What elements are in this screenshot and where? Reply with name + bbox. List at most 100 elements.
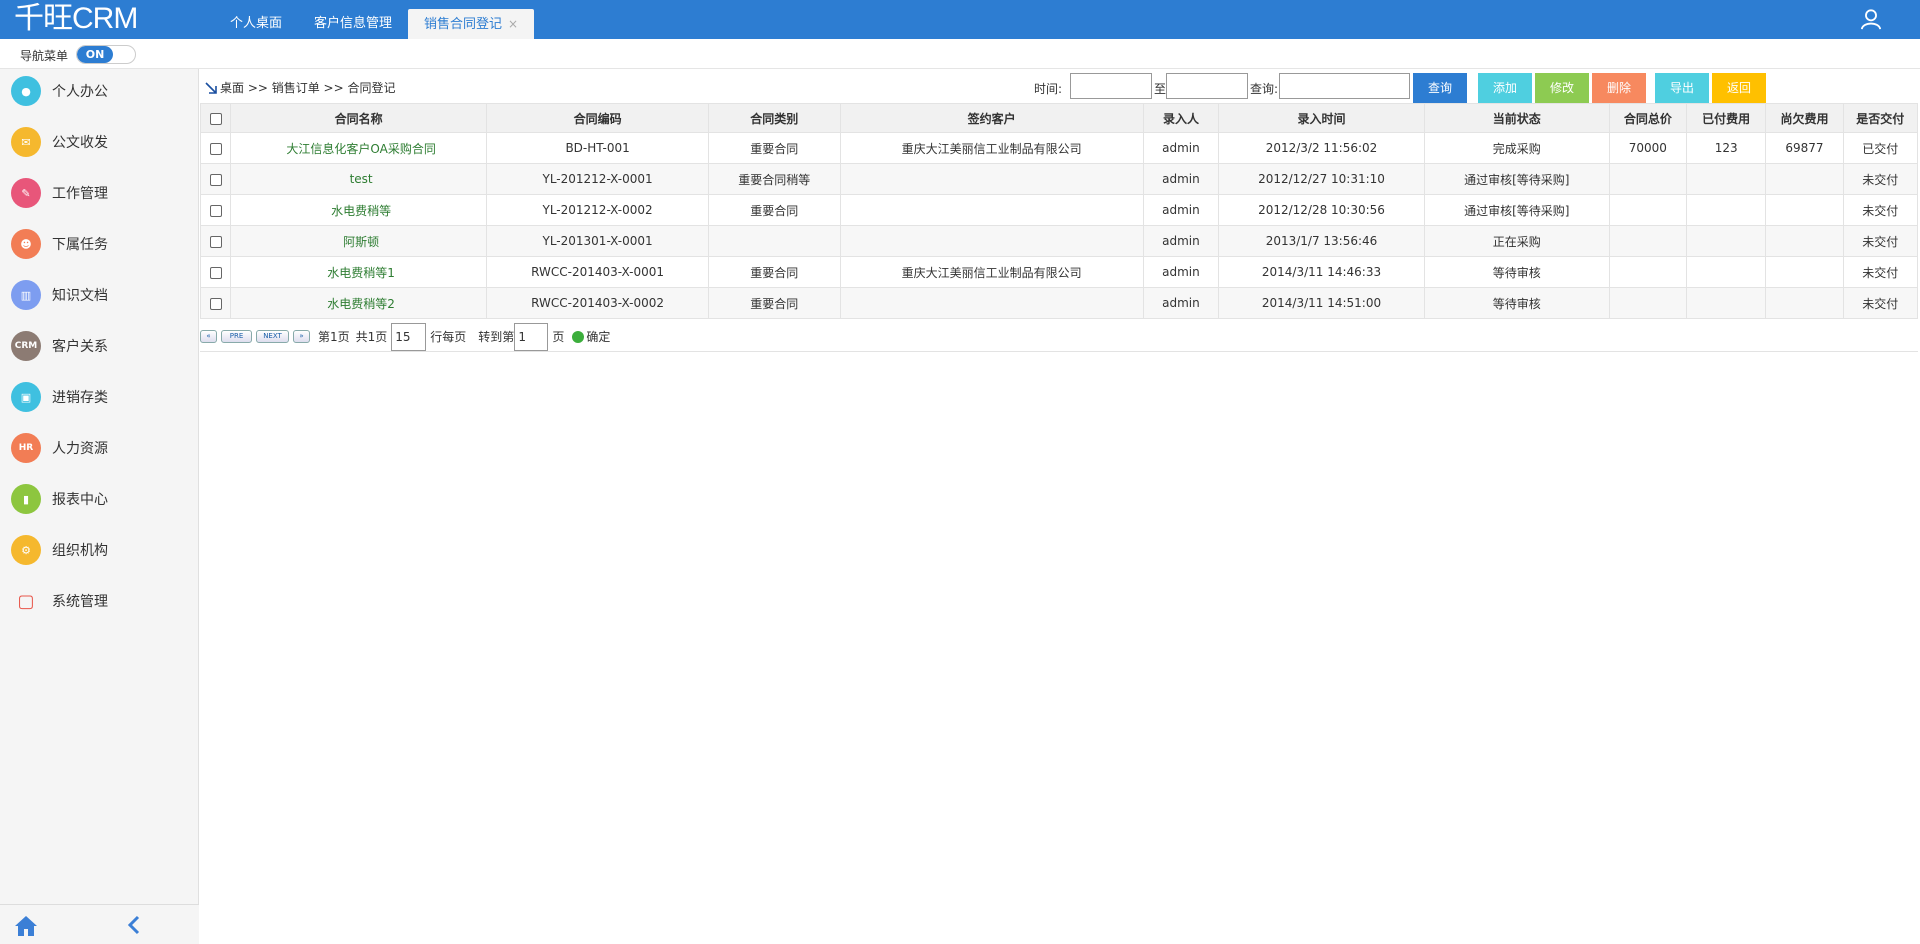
breadcrumb: 桌面 >> 销售订单 >> 合同登记: [204, 79, 395, 96]
row-select-cell: [199, 256, 232, 288]
nav-toggle-on: ON: [77, 46, 113, 63]
table-cell: [1765, 194, 1844, 226]
home-icon[interactable]: [14, 915, 38, 937]
table-cell: 重庆大江美丽信工业制品有限公司: [839, 256, 1144, 288]
table-cell: 正在采购: [1423, 225, 1610, 257]
table-cell: [839, 287, 1144, 319]
sidebar-item[interactable]: ⚙ 组织机构: [0, 530, 199, 570]
document-icon: ✉: [11, 127, 41, 157]
select-all-checkbox[interactable]: [209, 112, 222, 125]
table-row[interactable]: 水电费稍等1 RWCC-201403-X-0001 重要合同 重庆大江美丽信工业制品有…: [199, 256, 1919, 288]
table-row[interactable]: test YL-201212-X-0001 重要合同稍等 admin 2012/12/2…: [199, 163, 1919, 195]
row-checkbox[interactable]: [209, 142, 222, 155]
table-cell: admin: [1142, 163, 1220, 195]
table-cell: [839, 225, 1144, 257]
column-header: 签约客户: [839, 103, 1144, 133]
nav-menu-label: 导航菜单: [20, 49, 69, 63]
back-button[interactable]: 返回: [1712, 73, 1766, 103]
sidebar-item-label: 报表中心: [52, 492, 108, 508]
sidebar-item[interactable]: ▢ 系统管理: [0, 581, 199, 621]
goto-page-input[interactable]: 1: [514, 322, 549, 351]
table-cell: 通过审核[等待采购]: [1423, 194, 1610, 226]
table-cell: admin: [1142, 225, 1220, 257]
table-cell: [1685, 194, 1767, 226]
table-cell: [839, 194, 1144, 226]
sidebar-footer: [0, 904, 199, 944]
close-icon[interactable]: ×: [508, 17, 518, 31]
table-cell: YL-201212-X-0001: [486, 163, 710, 195]
sidebar-item-label: 下属任务: [52, 237, 108, 253]
pager: « PRE NEXT » 第1页 共1页 15 行每页 转到第 1 页 确定: [200, 322, 1918, 352]
nav-toggle[interactable]: ON: [76, 45, 136, 64]
prev-page-button[interactable]: PRE: [221, 330, 252, 343]
nav-toggle-row: 导航菜单 ON: [0, 39, 1920, 69]
table-cell: 69877: [1765, 132, 1844, 164]
table-cell: 等待审核: [1423, 256, 1610, 288]
first-page-button[interactable]: «: [200, 330, 217, 343]
edit-button[interactable]: 修改: [1535, 73, 1589, 103]
table-row[interactable]: 阿斯顿 YL-201301-X-0001 admin 2013/1/7 13:56:4…: [199, 225, 1919, 257]
contract-table: 合同名称 合同编码 合同类别 签约客户 录入人 录入时间 当前状态 合同总价 已付费用 尚欠费用是…: [199, 103, 1919, 319]
contract-name-link[interactable]: 水电费稍等2: [230, 287, 488, 319]
sidebar-item[interactable]: ▥ 知识文档: [0, 275, 199, 315]
total-pages-label: 共1页: [355, 330, 388, 344]
search-button[interactable]: 查询: [1413, 73, 1467, 103]
sidebar-item[interactable]: ▮ 报表中心: [0, 479, 199, 519]
table-cell: admin: [1142, 256, 1220, 288]
end-date-input[interactable]: [1166, 73, 1248, 99]
table-cell: admin: [1142, 287, 1220, 319]
sidebar-item[interactable]: ✉ 公文收发: [0, 122, 199, 162]
sidebar-item[interactable]: ● 个人办公: [0, 71, 199, 111]
person-icon: ●: [11, 76, 41, 106]
sidebar-item[interactable]: CRM 客户关系: [0, 326, 199, 366]
table-row[interactable]: 水电费稍等2 RWCC-201403-X-0002 重要合同 admin 2014/3/…: [199, 287, 1919, 319]
user-icon[interactable]: [1860, 8, 1882, 30]
per-page-input[interactable]: 15: [391, 322, 427, 351]
next-page-button[interactable]: NEXT: [256, 330, 289, 343]
sidebar-item[interactable]: HR 人力资源: [0, 428, 199, 468]
sidebar-item[interactable]: ✎ 工作管理: [0, 173, 199, 213]
column-header: 尚欠费用: [1765, 103, 1844, 133]
table-cell: [1608, 163, 1687, 195]
sidebar-item[interactable]: ▣ 进销存类: [0, 377, 199, 417]
table-row[interactable]: 大江信息化客户OA采购合同 BD-HT-001 重要合同 重庆大江美丽信工业制品有限公…: [199, 132, 1919, 164]
row-checkbox[interactable]: [209, 235, 222, 248]
tab-label: 个人桌面: [230, 16, 283, 31]
system-icon: ▢: [17, 590, 35, 612]
contract-name-link[interactable]: 水电费稍等: [230, 194, 488, 226]
tab-label: 客户信息管理: [314, 16, 393, 31]
sidebar-item-label: 知识文档: [52, 288, 108, 304]
table-cell: [1685, 256, 1767, 288]
contract-name-link[interactable]: 阿斯顿: [230, 225, 488, 257]
select-all-cell: [199, 103, 232, 133]
confirm-button[interactable]: 确定: [586, 328, 610, 345]
tab-sales-contract[interactable]: 销售合同登记 ×: [408, 9, 535, 39]
search-input[interactable]: [1279, 73, 1410, 99]
contract-name-link[interactable]: 水电费稍等1: [230, 256, 488, 288]
tab-personal-desktop[interactable]: 个人桌面: [214, 9, 298, 39]
row-checkbox[interactable]: [209, 266, 222, 279]
arrow-down-right-icon: [205, 81, 217, 94]
table-row[interactable]: 水电费稍等 YL-201212-X-0002 重要合同 admin 2012/12/28…: [199, 194, 1919, 226]
tab-customer-info[interactable]: 客户信息管理: [298, 9, 408, 39]
row-checkbox[interactable]: [209, 204, 222, 217]
export-button[interactable]: 导出: [1655, 73, 1709, 103]
add-button[interactable]: 添加: [1478, 73, 1532, 103]
last-page-button[interactable]: »: [293, 330, 310, 343]
goto-label: 转到第: [478, 330, 515, 344]
column-header: 录入时间: [1218, 103, 1425, 133]
table-cell: 2014/3/11 14:46:33: [1218, 256, 1425, 288]
row-checkbox[interactable]: [209, 173, 222, 186]
delete-button[interactable]: 删除: [1592, 73, 1646, 103]
contract-name-link[interactable]: 大江信息化客户OA采购合同: [230, 132, 488, 164]
tab-bar: 个人桌面 客户信息管理 销售合同登记 ×: [214, 9, 535, 39]
table-cell: [1765, 225, 1844, 257]
contract-name-link[interactable]: test: [230, 163, 488, 195]
chevron-left-icon[interactable]: [126, 915, 142, 935]
row-checkbox[interactable]: [209, 297, 222, 310]
table-cell: 2012/12/28 10:30:56: [1218, 194, 1425, 226]
start-date-input[interactable]: [1070, 73, 1152, 99]
team-icon: ☻: [11, 229, 41, 259]
work-icon: ✎: [11, 178, 41, 208]
sidebar-item[interactable]: ☻ 下属任务: [0, 224, 199, 264]
